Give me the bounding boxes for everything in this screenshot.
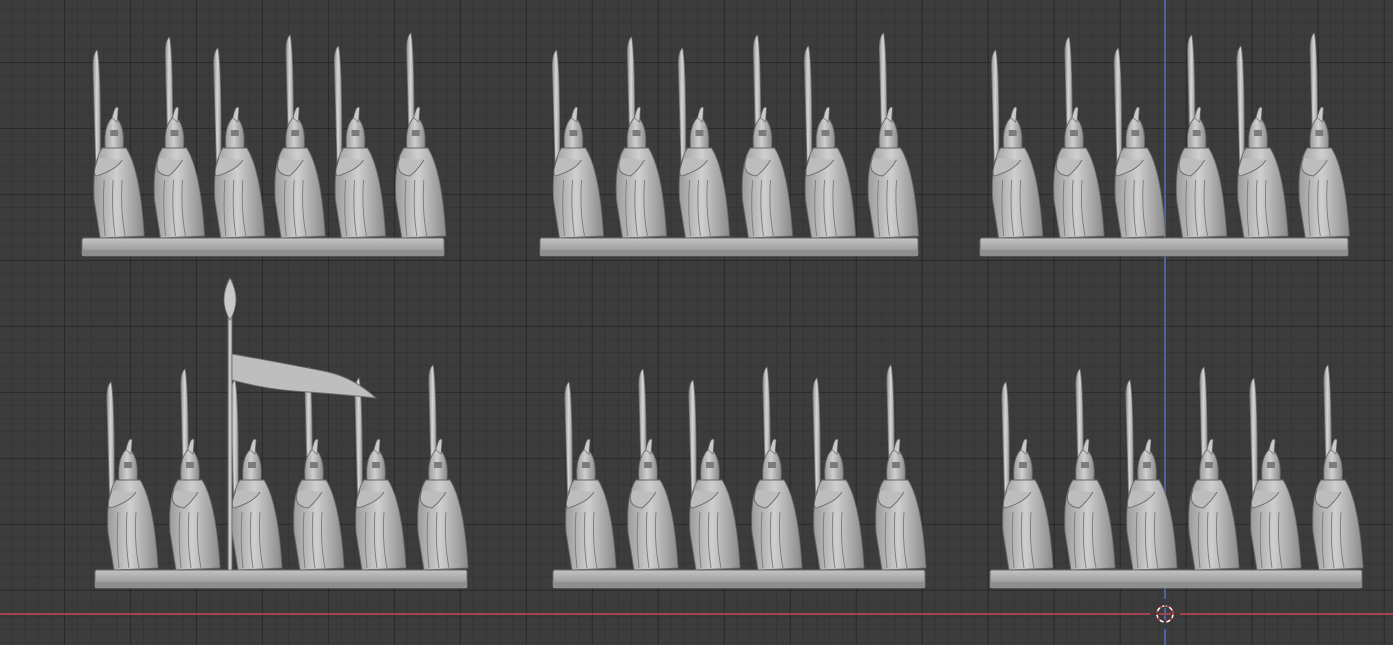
figure <box>688 379 741 571</box>
helmet-visor <box>1315 130 1324 136</box>
figure <box>1053 36 1105 239</box>
figure <box>991 49 1044 239</box>
figure <box>1125 379 1178 571</box>
3d-viewport[interactable] <box>0 0 1393 645</box>
banner-spearhead <box>223 277 237 321</box>
figure <box>812 377 865 571</box>
helmet-visor <box>248 462 256 468</box>
banner-pole <box>227 279 233 571</box>
figure <box>677 47 730 239</box>
helmet-visor <box>230 130 239 136</box>
helmet-visor <box>1205 462 1213 468</box>
helmet-visor <box>569 130 578 136</box>
banner-flag <box>231 353 378 399</box>
helmet-visor <box>1131 130 1140 136</box>
unit-4[interactable] <box>94 277 469 589</box>
figure <box>169 368 221 571</box>
figure <box>1064 368 1116 571</box>
unit-base-edge <box>553 582 925 588</box>
helmet-visor <box>110 130 119 136</box>
figure <box>1001 381 1054 571</box>
figure <box>213 47 266 239</box>
helmet-visor <box>758 130 767 136</box>
figure <box>1312 364 1364 571</box>
helmet-visor <box>768 462 776 468</box>
helmet-visor <box>310 462 318 468</box>
helmet-visor <box>892 462 900 468</box>
figure <box>1249 377 1302 571</box>
helmet-visor <box>1329 462 1337 468</box>
helmet-visor <box>695 130 704 136</box>
helmet-visor <box>582 462 590 468</box>
helmet-visor <box>706 462 714 468</box>
figure <box>741 34 793 239</box>
figure <box>1175 34 1228 239</box>
figure <box>274 34 326 239</box>
helmet-visor <box>1081 462 1089 468</box>
figure <box>354 377 407 571</box>
figure <box>417 364 469 571</box>
helmet-visor <box>884 130 893 136</box>
unit-1[interactable] <box>81 32 447 257</box>
figure <box>395 32 447 239</box>
helmet-visor <box>1143 462 1151 468</box>
helmet-visor <box>411 130 420 136</box>
3d-cursor-icon[interactable] <box>1150 599 1180 629</box>
helmet-visor <box>186 462 194 468</box>
helmet-visor <box>1008 130 1017 136</box>
unit-base-edge <box>990 582 1362 588</box>
unit-base-edge <box>540 250 918 256</box>
helmet-visor <box>291 130 300 136</box>
helmet-visor <box>434 462 442 468</box>
figure <box>1236 45 1289 239</box>
figure <box>867 32 919 239</box>
figure <box>803 45 856 239</box>
helmet-visor <box>170 130 179 136</box>
unit-base-edge <box>95 582 467 588</box>
helmet-visor <box>372 462 380 468</box>
figure <box>1113 47 1166 239</box>
unit-2[interactable] <box>539 32 919 257</box>
figure <box>230 379 283 571</box>
figure <box>106 381 159 571</box>
helmet-visor <box>1267 462 1275 468</box>
figure <box>751 366 803 571</box>
helmet-visor <box>830 462 838 468</box>
helmet-visor <box>1192 130 1201 136</box>
figure <box>92 49 145 239</box>
helmet-visor <box>124 462 132 468</box>
figure <box>293 366 345 571</box>
helmet-visor <box>1019 462 1027 468</box>
unit-6[interactable] <box>989 364 1364 589</box>
unit-base-edge <box>980 250 1348 256</box>
figure <box>615 36 667 239</box>
helmet-visor <box>632 130 641 136</box>
helmet-visor <box>1254 130 1262 136</box>
helmet-visor <box>1070 130 1078 136</box>
figure <box>551 49 604 239</box>
unit-5[interactable] <box>552 364 927 589</box>
figure <box>333 45 386 239</box>
figure <box>564 381 617 571</box>
unit-base-edge <box>82 250 444 256</box>
helmet-visor <box>821 130 830 136</box>
figure <box>1188 366 1240 571</box>
figure <box>875 364 927 571</box>
figure <box>627 368 679 571</box>
unit-3[interactable] <box>979 32 1350 257</box>
helmet-visor <box>351 130 360 136</box>
scene-models[interactable] <box>0 0 1393 645</box>
figure <box>153 36 205 239</box>
figure <box>1298 32 1350 239</box>
helmet-visor <box>644 462 652 468</box>
